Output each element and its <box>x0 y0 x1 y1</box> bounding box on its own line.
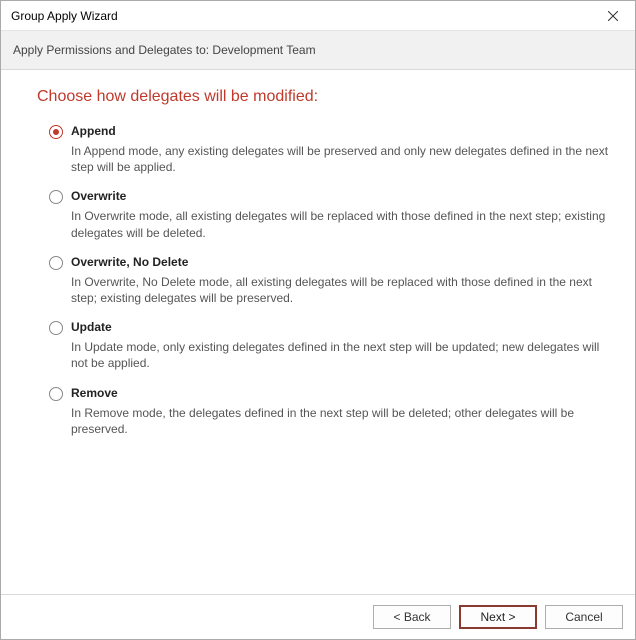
subtitle-text: Apply Permissions and Delegates to: Deve… <box>13 43 316 57</box>
window-title: Group Apply Wizard <box>11 9 591 23</box>
page-heading: Choose how delegates will be modified: <box>37 88 609 106</box>
option-label[interactable]: Remove <box>71 386 609 400</box>
option-overwrite-no-delete[interactable]: Overwrite, No Delete <box>49 255 609 270</box>
subtitle-bar: Apply Permissions and Delegates to: Deve… <box>1 31 635 70</box>
options-group: Append In Append mode, any existing dele… <box>37 124 609 437</box>
option-update[interactable]: Update <box>49 320 609 335</box>
option-description: In Update mode, only existing delegates … <box>71 339 609 371</box>
option-label[interactable]: Overwrite, No Delete <box>71 255 609 269</box>
radio-overwrite-no-delete[interactable] <box>49 256 63 270</box>
option-label[interactable]: Append <box>71 124 609 138</box>
option-description: In Remove mode, the delegates defined in… <box>71 405 609 437</box>
option-append[interactable]: Append <box>49 124 609 139</box>
close-icon <box>608 11 618 21</box>
option-remove[interactable]: Remove <box>49 386 609 401</box>
radio-append[interactable] <box>49 125 63 139</box>
wizard-window: Group Apply Wizard Apply Permissions and… <box>0 0 636 640</box>
titlebar: Group Apply Wizard <box>1 1 635 31</box>
footer: < Back Next > Cancel <box>1 594 635 639</box>
back-button[interactable]: < Back <box>373 605 451 629</box>
radio-update[interactable] <box>49 321 63 335</box>
option-description: In Append mode, any existing delegates w… <box>71 143 609 175</box>
next-button[interactable]: Next > <box>459 605 537 629</box>
content-area: Choose how delegates will be modified: A… <box>1 70 635 594</box>
option-overwrite[interactable]: Overwrite <box>49 189 609 204</box>
close-button[interactable] <box>591 1 635 31</box>
option-description: In Overwrite mode, all existing delegate… <box>71 208 609 240</box>
radio-remove[interactable] <box>49 387 63 401</box>
radio-overwrite[interactable] <box>49 190 63 204</box>
cancel-button[interactable]: Cancel <box>545 605 623 629</box>
option-label[interactable]: Update <box>71 320 609 334</box>
option-description: In Overwrite, No Delete mode, all existi… <box>71 274 609 306</box>
option-label[interactable]: Overwrite <box>71 189 609 203</box>
